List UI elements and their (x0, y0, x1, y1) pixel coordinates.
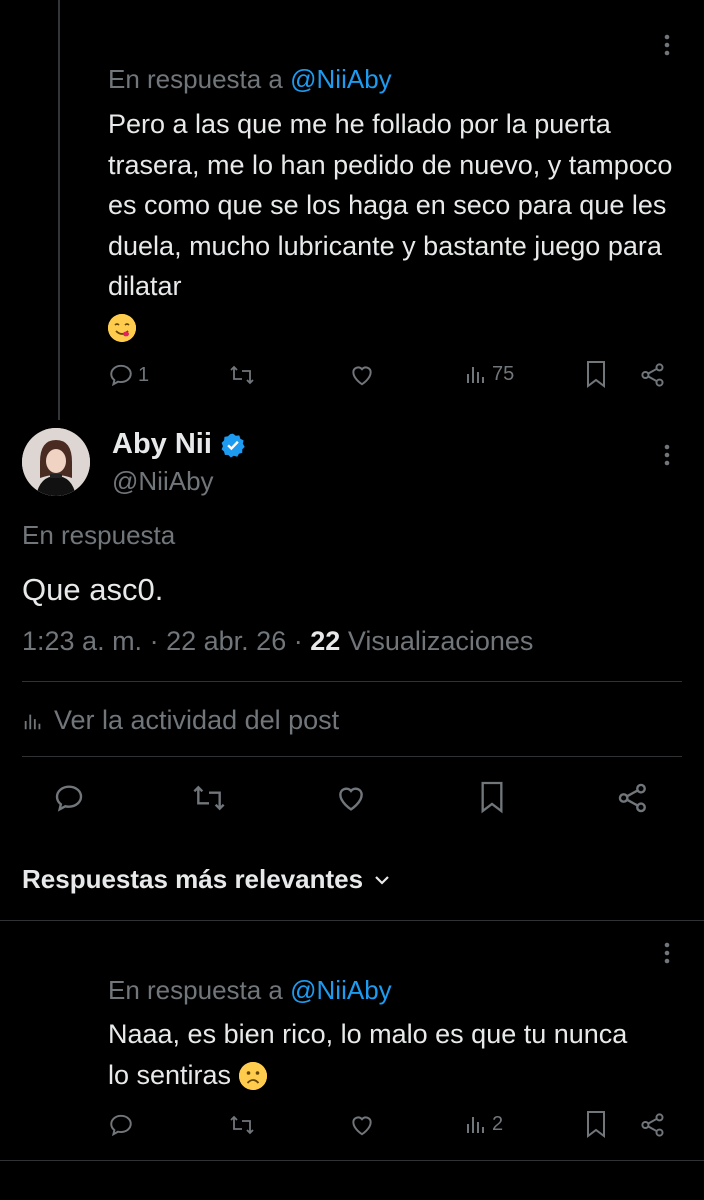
heart-icon (352, 366, 372, 386)
reply-handle-link[interactable]: @NiiAby (290, 64, 392, 94)
reply-icon (110, 364, 132, 387)
post-text: Que asc0. (22, 572, 164, 607)
views-icon (467, 367, 484, 383)
views-count: 22 (310, 626, 341, 656)
avatar[interactable] (22, 428, 90, 496)
repost-button[interactable] (228, 362, 256, 388)
divider (22, 681, 682, 682)
replies-sort-dropdown[interactable]: Respuestas más relevantes (22, 864, 391, 895)
post-activity-label: Ver la actividad del post (54, 705, 340, 735)
share-button[interactable] (640, 362, 666, 388)
more-options-icon[interactable] (660, 442, 674, 468)
bookmark-button[interactable] (478, 780, 506, 814)
share-icon (641, 1113, 664, 1137)
share-button[interactable] (616, 782, 650, 814)
heart-icon (352, 1116, 372, 1136)
reply-prefix: En respuesta a (108, 975, 283, 1005)
like-button[interactable] (348, 1112, 376, 1138)
views-button[interactable]: 75 (464, 362, 514, 386)
heart-icon (339, 787, 363, 811)
views-label: Visualizaciones (347, 626, 534, 656)
tweet-text: Naaa, es bien rico, lo malo es que tu nu… (108, 1014, 628, 1095)
share-icon (618, 783, 646, 813)
repost-button[interactable] (190, 782, 228, 814)
frowning-face-emoji (238, 1062, 267, 1091)
reply-button[interactable] (108, 1112, 134, 1138)
repost-icon (230, 1115, 254, 1135)
tweet-text-body: Pero a las que me he follado por la puer… (108, 109, 673, 301)
savoring-food-face-emoji (108, 314, 136, 343)
chevron-down-icon (375, 875, 389, 885)
divider (0, 1160, 704, 1161)
replies-sort-label: Respuestas más relevantes (22, 864, 364, 894)
separator-dot: · (293, 626, 303, 656)
views-icon (467, 1117, 484, 1133)
post-metadata: 1:23 a. m. · 22 abr. 26 · 22 Visualizaci… (22, 626, 533, 657)
share-button[interactable] (640, 1112, 666, 1138)
reply-context: En respuesta a @NiiAby (108, 975, 392, 1006)
more-options-icon[interactable] (660, 940, 674, 966)
post-time[interactable]: 1:23 a. m. (22, 626, 142, 656)
repost-icon (230, 365, 254, 385)
reply-icon (110, 1114, 132, 1137)
tweet-text: Pero a las que me he follado por la puer… (108, 104, 688, 347)
bookmark-icon (587, 361, 605, 388)
share-icon (641, 363, 664, 387)
bookmark-button[interactable] (584, 360, 608, 388)
reply-count: 1 (138, 363, 150, 386)
repost-button[interactable] (228, 1112, 256, 1138)
display-name-text: Aby Nii (112, 428, 212, 460)
views-count: 75 (492, 362, 515, 385)
reply-icon (55, 785, 83, 812)
reply-context: En respuesta a @NiiAby (108, 64, 392, 95)
verified-badge-icon (221, 433, 245, 457)
tweet-text-body: Naaa, es bien rico, lo malo es que tu nu… (108, 1019, 628, 1090)
reply-context: En respuesta (22, 520, 176, 550)
analytics-icon (24, 714, 41, 729)
post-activity-link[interactable]: Ver la actividad del post (22, 705, 339, 736)
separator-dot: · (149, 626, 159, 656)
like-button[interactable] (348, 362, 376, 388)
views-button[interactable]: 2 (464, 1112, 503, 1136)
reply-button[interactable]: 1 (108, 362, 149, 388)
post-date[interactable]: 22 abr. 26 (166, 626, 286, 656)
divider (0, 920, 704, 921)
thread-line (58, 0, 60, 420)
divider (22, 756, 682, 757)
reply-handle-link[interactable]: @NiiAby (290, 975, 392, 1005)
reply-prefix: En respuesta a (108, 64, 283, 94)
reply-button[interactable] (52, 782, 86, 814)
display-name[interactable]: Aby Nii (112, 428, 246, 461)
like-button[interactable] (334, 782, 368, 814)
repost-icon (193, 785, 225, 811)
bookmark-icon (587, 1111, 605, 1138)
more-options-icon[interactable] (660, 32, 674, 58)
views-count: 2 (492, 1112, 504, 1135)
bookmark-icon (481, 781, 503, 814)
bookmark-button[interactable] (584, 1110, 608, 1138)
user-handle[interactable]: @NiiAby (112, 466, 214, 497)
